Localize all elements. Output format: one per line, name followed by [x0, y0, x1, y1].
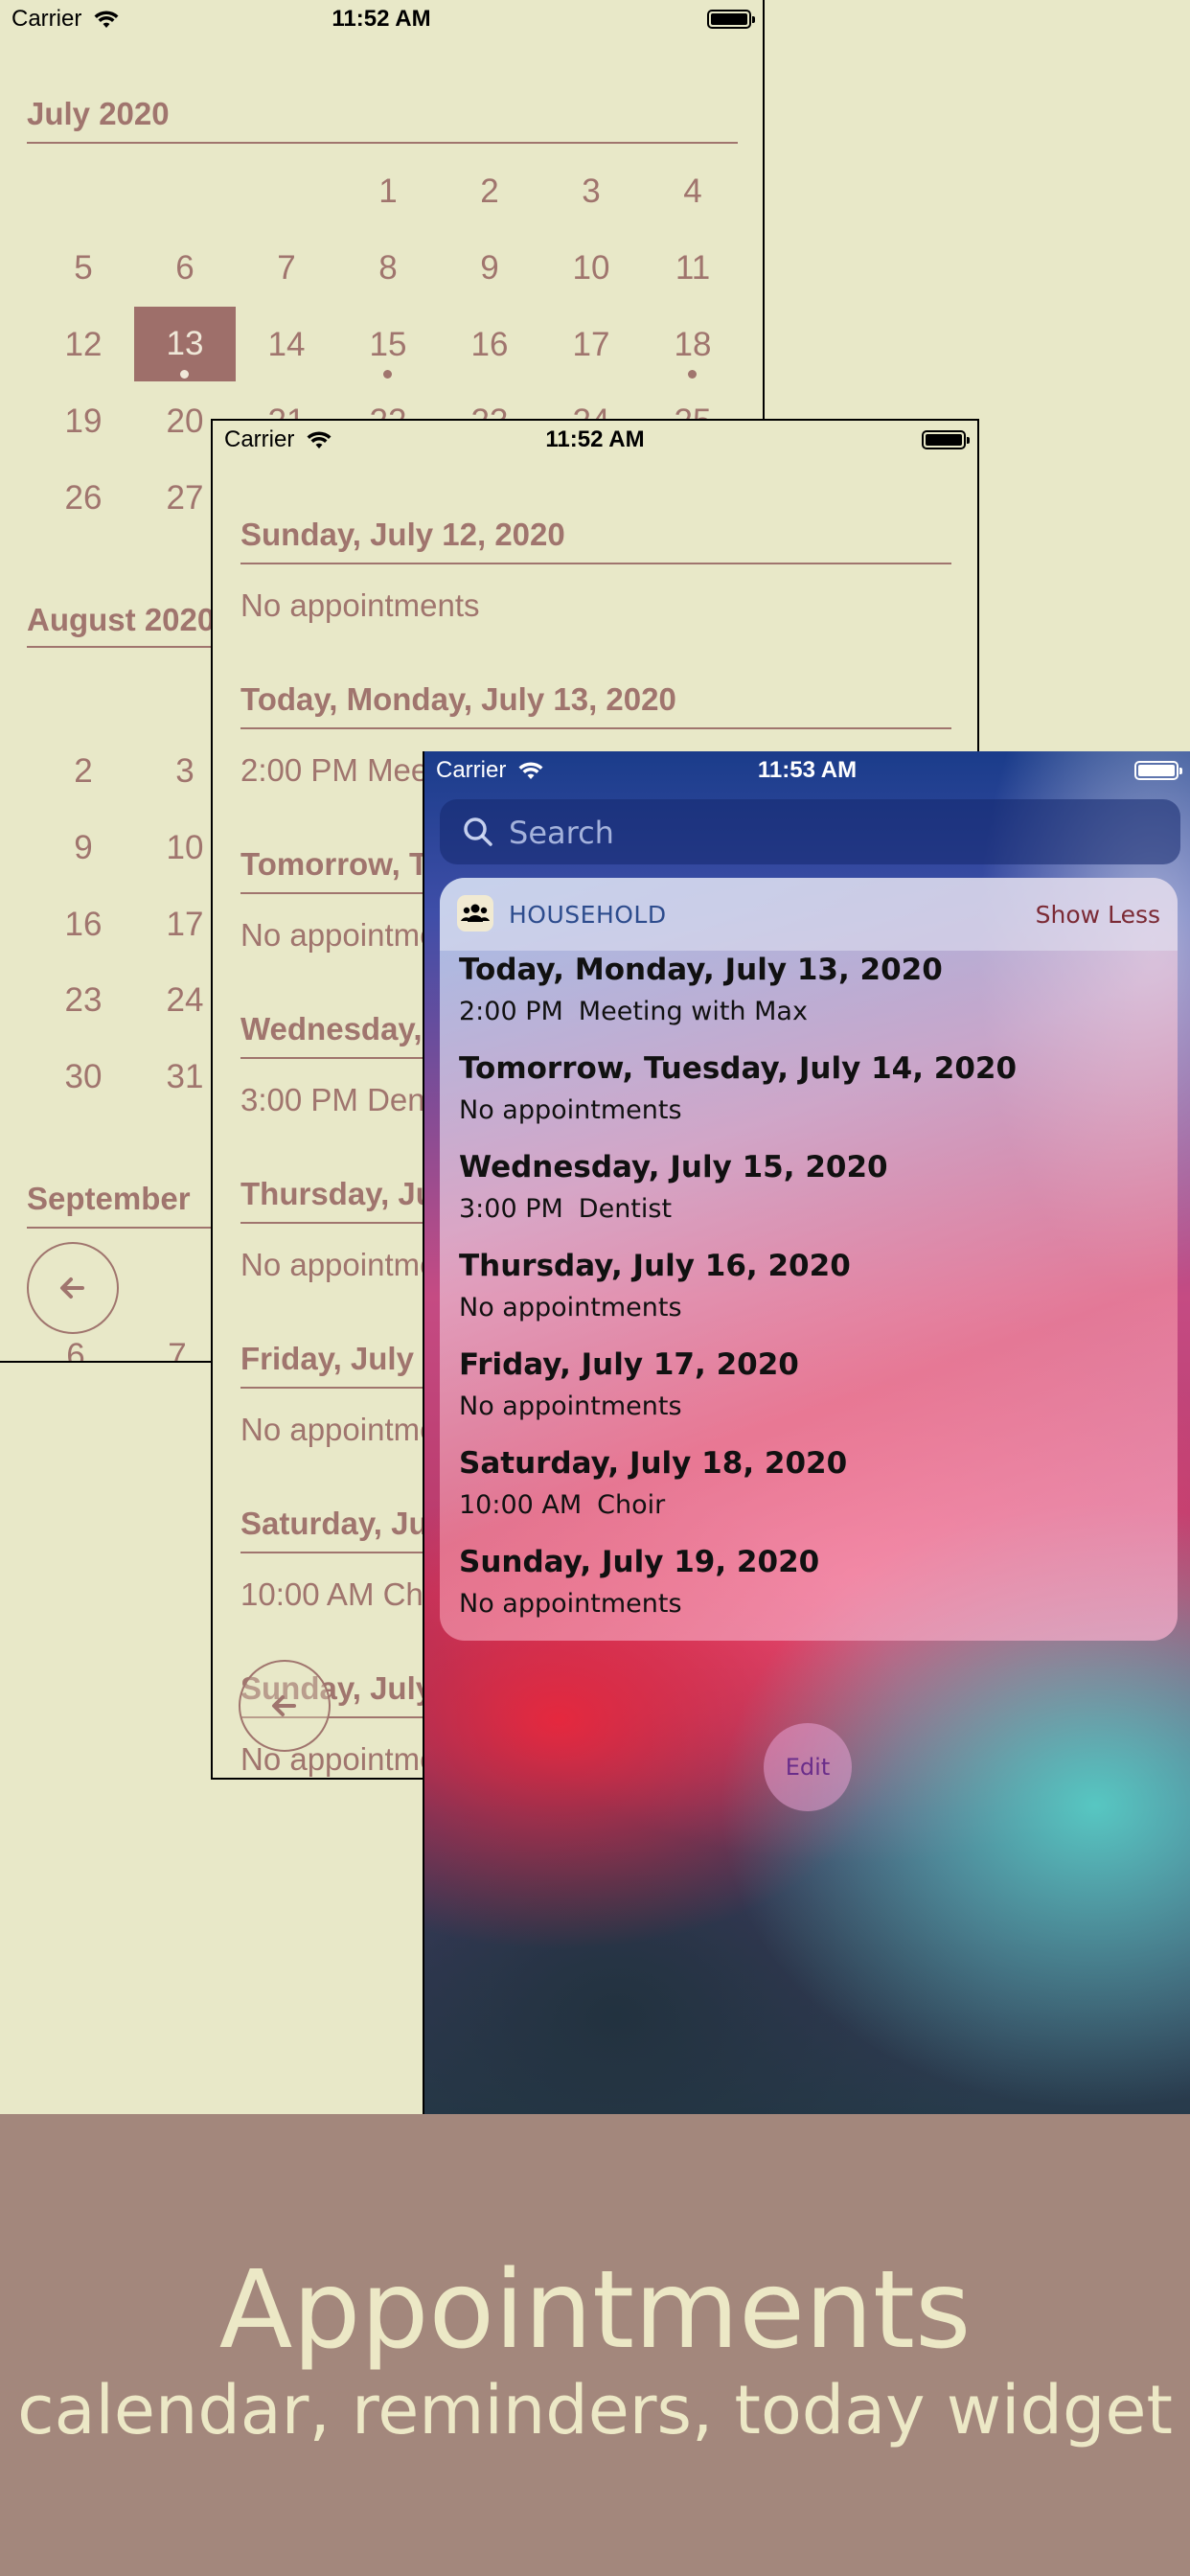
calendar-day[interactable]: 7 [236, 249, 337, 288]
event-dot [688, 370, 697, 379]
banner-title: Appointments [218, 2248, 972, 2373]
calendar-day[interactable]: 8 [337, 249, 439, 288]
calendar-day[interactable]: 19 [33, 402, 134, 441]
household-widget[interactable]: HOUSEHOLD Show Less Today, Monday, July … [440, 878, 1178, 1641]
section-divider [240, 727, 951, 729]
calendar-day[interactable]: 12 [33, 326, 134, 364]
status-time: 11:53 AM [757, 757, 858, 783]
status-bar: Carrier 11:52 AM [213, 421, 977, 459]
appointment-time: 10:00 AM [459, 1490, 583, 1520]
event-dot [383, 370, 392, 379]
search-placeholder: Search [509, 815, 614, 851]
people-group-icon [461, 904, 490, 922]
arrow-left-icon [60, 1277, 84, 1299]
appointment-time: 2:00 PM [459, 997, 563, 1026]
section-divider [240, 563, 951, 564]
event-dot [180, 370, 189, 379]
appointment-text: No appointments [459, 1589, 682, 1619]
widget-day-heading: Tomorrow, Tuesday, July 14, 2020 [459, 1051, 1018, 1086]
widget-appointment-line[interactable]: No appointments [459, 1392, 682, 1421]
back-button[interactable] [239, 1660, 331, 1752]
search-input[interactable]: Search [440, 799, 1180, 864]
appointment-text: Choir [597, 1490, 666, 1520]
household-app-icon [457, 895, 493, 932]
widget-header: HOUSEHOLD Show Less [440, 878, 1178, 951]
appointment-item[interactable]: No appointments [240, 587, 479, 624]
month-title-july: July 2020 [27, 96, 170, 131]
calendar-day[interactable]: 16 [439, 326, 540, 364]
widget-appointment-line[interactable]: No appointments [459, 1095, 682, 1125]
widget-day-heading: Today, Monday, July 13, 2020 [459, 953, 943, 987]
calendar-day[interactable]: 23 [33, 981, 134, 1020]
calendar-day[interactable]: 5 [33, 249, 134, 288]
widget-appointment-line[interactable]: 10:00 AM Choir [459, 1490, 665, 1520]
calendar-day[interactable]: 14 [236, 326, 337, 364]
calendar-day[interactable]: 6 [25, 1337, 126, 1361]
banner-subtitle: calendar, reminders, today widget [17, 2371, 1173, 2450]
widget-appointment-line[interactable]: No appointments [459, 1589, 682, 1619]
calendar-day[interactable]: 3 [540, 172, 642, 211]
calendar-day[interactable]: 15 [337, 326, 439, 364]
appointment-text: No appointments [459, 1095, 682, 1125]
widget-day-heading: Sunday, July 19, 2020 [459, 1545, 820, 1579]
calendar-day[interactable]: 18 [642, 326, 744, 364]
calendar-day[interactable]: 9 [439, 249, 540, 288]
widget-app-name: HOUSEHOLD [509, 901, 667, 929]
today-widget-screen: Carrier 11:53 AM Search HOUSEHOLD Show L… [423, 751, 1190, 2114]
calendar-day[interactable]: 2 [33, 752, 134, 791]
calendar-day[interactable]: 30 [33, 1058, 134, 1096]
calendar-day[interactable]: 4 [642, 172, 744, 211]
appointment-time: 3:00 PM [459, 1194, 563, 1224]
search-icon [464, 817, 492, 846]
calendar-day[interactable]: 26 [33, 479, 134, 518]
widget-day-heading: Saturday, July 18, 2020 [459, 1446, 848, 1481]
widget-day-heading: Wednesday, July 15, 2020 [459, 1150, 888, 1184]
battery-icon [922, 430, 970, 449]
widget-day-heading: Thursday, July 16, 2020 [459, 1249, 851, 1283]
back-button[interactable] [27, 1242, 119, 1334]
calendar-day[interactable]: 9 [33, 829, 134, 867]
arrow-left-icon [272, 1695, 296, 1716]
battery-icon [1134, 761, 1182, 780]
calendar-day[interactable]: 11 [642, 249, 744, 288]
calendar-day[interactable]: 10 [540, 249, 642, 288]
status-bar: Carrier 11:53 AM [424, 751, 1190, 790]
status-bar: Carrier 11:52 AM [0, 0, 763, 38]
calendar-day[interactable]: 17 [540, 326, 642, 364]
month-title-september: September [27, 1181, 191, 1216]
calendar-day[interactable]: 16 [33, 906, 134, 944]
month-divider [27, 142, 738, 144]
month-title-august: August 2020 [27, 602, 216, 637]
show-less-button[interactable]: Show Less [1036, 901, 1160, 929]
widget-appointment-line[interactable]: 2:00 PM Meeting with Max [459, 997, 808, 1026]
status-time: 11:52 AM [545, 426, 645, 452]
day-section-heading: Sunday, July 12, 2020 [240, 517, 565, 552]
widget-appointment-line[interactable]: No appointments [459, 1293, 682, 1322]
edit-button[interactable]: Edit [764, 1723, 852, 1811]
battery-icon [707, 10, 755, 29]
appointment-text: No appointments [459, 1392, 682, 1421]
widget-day-heading: Friday, July 17, 2020 [459, 1347, 799, 1382]
day-section-heading: Today, Monday, July 13, 2020 [240, 681, 676, 717]
widget-appointment-line[interactable]: 3:00 PM Dentist [459, 1194, 672, 1224]
appointment-text: Dentist [578, 1194, 673, 1224]
appointment-text: Meeting with Max [578, 997, 808, 1026]
appointment-text: No appointments [459, 1293, 682, 1322]
calendar-day[interactable]: 2 [439, 172, 540, 211]
calendar-day[interactable]: 1 [337, 172, 439, 211]
promo-banner: Appointments calendar, reminders, today … [0, 2114, 1190, 2576]
status-time: 11:52 AM [332, 6, 431, 32]
calendar-day[interactable]: 6 [134, 249, 236, 288]
